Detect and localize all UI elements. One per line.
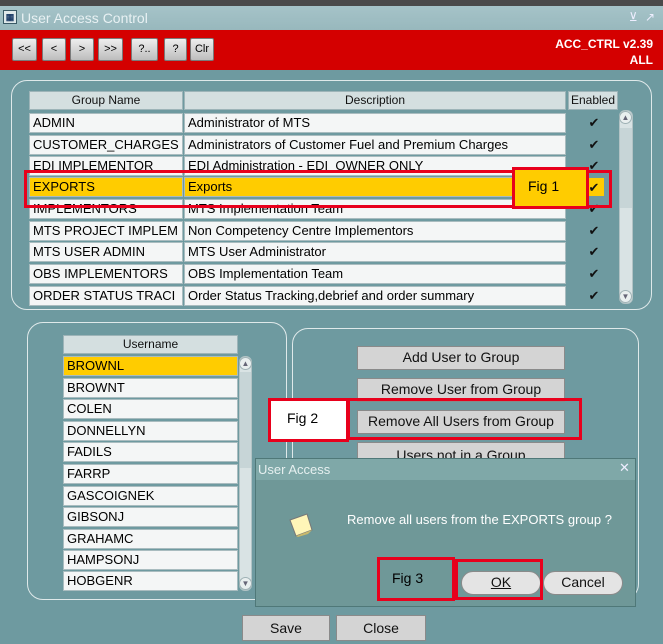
query-button[interactable]: ?.. — [131, 38, 158, 61]
fig2-label: Fig 2 — [287, 410, 319, 426]
group-name-cell[interactable]: ORDER STATUS TRACI — [29, 286, 183, 306]
group-description-cell[interactable]: Non Competency Centre Implementors — [184, 221, 566, 241]
group-name-cell[interactable]: MTS PROJECT IMPLEM — [29, 221, 183, 241]
help-button[interactable]: ? — [164, 38, 187, 61]
scroll-down-icon[interactable]: ▼ — [619, 290, 632, 303]
fig1-label: Fig 1 — [528, 178, 560, 194]
fig2-highlight — [347, 398, 582, 440]
username-cell[interactable]: HAMPSONJ — [63, 550, 238, 570]
scroll-down-icon[interactable]: ▼ — [239, 577, 252, 590]
previous-record-button[interactable]: < — [42, 38, 66, 61]
description-header: Description — [184, 91, 566, 110]
username-cell-selected[interactable]: BROWNL — [63, 356, 238, 376]
group-name-header: Group Name — [29, 91, 183, 110]
enabled-checkbox[interactable]: ✔ — [587, 267, 601, 281]
version-label: ACC_CTRL v2.39 — [555, 37, 653, 51]
close-button[interactable]: Close — [336, 615, 426, 641]
enabled-checkbox[interactable]: ✔ — [587, 289, 601, 303]
window-title: User Access Control — [21, 10, 148, 26]
users-scrollbar-thumb[interactable] — [240, 372, 251, 468]
group-description-cell[interactable]: MTS User Administrator — [184, 242, 566, 262]
username-cell[interactable]: COLEN — [63, 399, 238, 419]
username-cell[interactable]: GIBSONJ — [63, 507, 238, 527]
group-name-cell[interactable]: MTS USER ADMIN — [29, 242, 183, 262]
groups-scrollbar-thumb[interactable] — [620, 128, 632, 208]
next-record-button[interactable]: > — [70, 38, 94, 61]
username-cell[interactable]: GRAHAMC — [63, 529, 238, 549]
version-info: ACC_CTRL v2.39 ALL — [555, 36, 653, 68]
group-description-cell[interactable]: OBS Implementation Team — [184, 264, 566, 284]
group-description-cell[interactable]: Administrator of MTS — [184, 113, 566, 133]
group-name-cell[interactable]: ADMIN — [29, 113, 183, 133]
scroll-up-icon[interactable]: ▲ — [239, 357, 252, 370]
save-button[interactable]: Save — [242, 615, 330, 641]
clear-button[interactable]: Clr — [190, 38, 214, 61]
enabled-checkbox[interactable]: ✔ — [587, 138, 601, 152]
username-cell[interactable]: FARRP — [63, 464, 238, 484]
dialog-close-icon[interactable]: ✕ — [619, 460, 630, 476]
username-cell[interactable]: HOBGENR — [63, 571, 238, 591]
dialog-title: User Access — [258, 462, 331, 477]
username-cell[interactable]: BROWNT — [63, 378, 238, 398]
app-icon: ▦ — [3, 10, 17, 24]
group-name-cell[interactable]: OBS IMPLEMENTORS — [29, 264, 183, 284]
fig3-highlight — [455, 559, 543, 600]
username-cell[interactable]: GASCOIGNEK — [63, 486, 238, 506]
first-record-button[interactable]: << — [12, 38, 37, 61]
group-description-cell[interactable]: Administrators of Customer Fuel and Prem… — [184, 135, 566, 155]
username-cell[interactable]: FADILS — [63, 442, 238, 462]
group-description-cell[interactable]: Order Status Tracking,debrief and order … — [184, 286, 566, 306]
top-strip — [0, 0, 663, 6]
enabled-checkbox[interactable]: ✔ — [587, 245, 601, 259]
last-record-button[interactable]: >> — [98, 38, 123, 61]
username-cell[interactable]: DONNELLYN — [63, 421, 238, 441]
dialog-message: Remove all users from the EXPORTS group … — [347, 512, 612, 527]
enabled-checkbox[interactable]: ✔ — [587, 116, 601, 130]
username-header: Username — [63, 335, 238, 354]
add-user-button[interactable]: Add User to Group — [357, 346, 565, 370]
group-name-cell[interactable]: CUSTOMER_CHARGES — [29, 135, 183, 155]
fig3-label: Fig 3 — [392, 570, 424, 586]
enabled-checkbox[interactable]: ✔ — [587, 224, 601, 238]
note-icon — [287, 510, 315, 538]
scroll-up-icon[interactable]: ▲ — [619, 111, 632, 124]
cancel-button[interactable]: Cancel — [543, 571, 623, 595]
window-controls[interactable]: ⊻ ↗ — [629, 10, 657, 24]
enabled-header: Enabled — [568, 91, 618, 110]
mode-label: ALL — [629, 53, 653, 67]
